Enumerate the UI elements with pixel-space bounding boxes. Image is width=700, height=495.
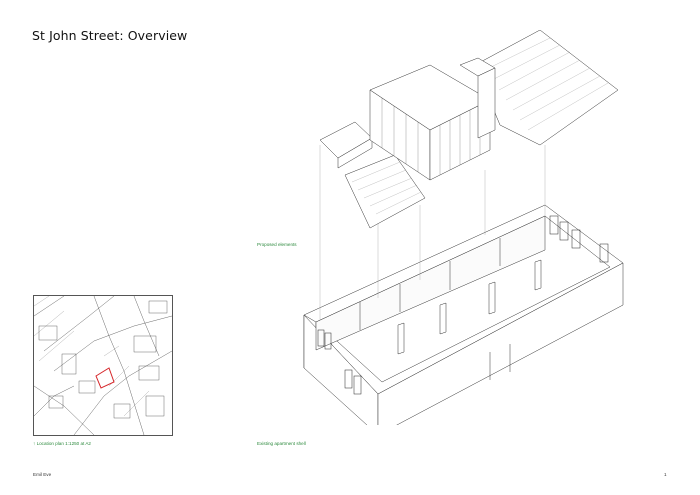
existing-shell [303, 204, 624, 425]
site-outline [95, 367, 115, 389]
caption-existing-shell: Existing apartment shell [257, 441, 306, 446]
location-plan-svg [34, 296, 172, 435]
footer-page-number: 1 [664, 472, 667, 477]
caption-location-plan: ↑ Location plan 1:1250 at A2 [33, 441, 91, 446]
caption-proposed-elements: Proposed elements [257, 242, 297, 247]
page-title: St John Street: Overview [32, 28, 188, 43]
axonometric-drawing [300, 30, 630, 425]
footer-author: Emil Eve [33, 472, 52, 477]
location-plan-map [33, 295, 173, 436]
axonometric-svg [303, 30, 624, 425]
proposed-elements [319, 30, 619, 229]
